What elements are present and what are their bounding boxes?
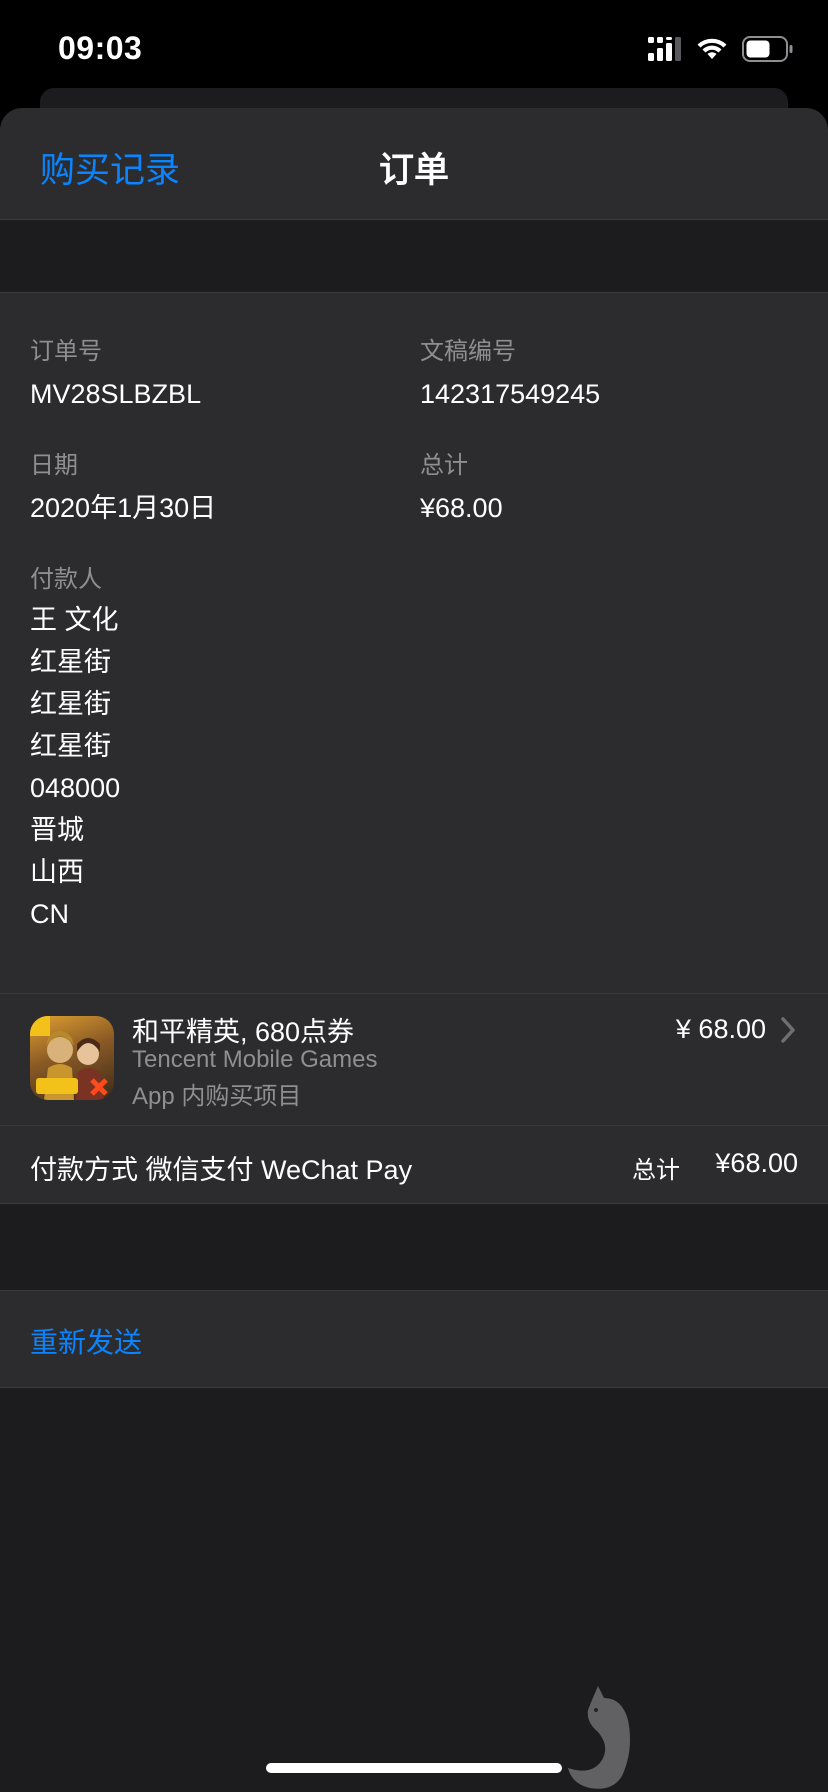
- status-icons: [648, 36, 794, 62]
- resend-card: 重新发送: [0, 1290, 828, 1388]
- order-number-value: MV28SLBZBL: [30, 379, 202, 409]
- payer-address-line: 红星街: [30, 647, 111, 677]
- purchase-item-row[interactable]: 和平精英, 680点券 Tencent Mobile Games App 内购买…: [0, 994, 828, 1126]
- payer-name: 王 文化: [30, 605, 119, 635]
- document-number-label: 文稿编号: [420, 338, 516, 365]
- cellular-signal-icon: [648, 37, 681, 61]
- payment-total-value: ¥68.00: [715, 1148, 798, 1178]
- document-number-value: 142317549245: [420, 379, 601, 409]
- payment-method: 付款方式 微信支付 WeChat Pay: [30, 1155, 413, 1185]
- payment-total-label: 总计: [632, 1157, 680, 1184]
- payer-address: 王 文化 红星街 红星街 红星街 048000 晋城 山西 CN: [30, 599, 120, 935]
- total-field: 总计 ¥68.00: [420, 451, 503, 525]
- payer-address-line: 红星街: [30, 689, 111, 719]
- navigation-bar: 购买记录 订单: [0, 108, 828, 220]
- payer-country: CN: [30, 899, 69, 929]
- payer-province: 山西: [30, 857, 84, 887]
- payment-row: 付款方式 微信支付 WeChat Pay 总计 ¥68.00: [0, 1126, 828, 1204]
- payer-city: 晋城: [30, 815, 84, 845]
- cat-watermark-icon: [568, 1686, 630, 1789]
- item-price: ¥ 68.00: [675, 1014, 766, 1044]
- battery-icon: [742, 36, 793, 62]
- page-title: 订单: [378, 151, 449, 190]
- status-time: 09:03: [58, 30, 143, 66]
- payer-field: 付款人 王 文化 红星街 红星街 红星街 048000 晋城 山西 CN: [30, 565, 120, 935]
- item-developer: Tencent Mobile Games: [132, 1046, 378, 1073]
- order-number-field: 订单号 MV28SLBZBL: [30, 337, 201, 411]
- home-indicator[interactable]: [266, 1763, 562, 1773]
- date-field: 日期 2020年1月30日: [30, 451, 216, 525]
- payer-address-line: 红星街: [30, 731, 111, 761]
- order-number-label: 订单号: [30, 338, 102, 365]
- game-app-icon: [30, 1016, 114, 1100]
- status-bar: 09:03: [0, 0, 828, 100]
- chevron-right-icon: [781, 1017, 795, 1043]
- total-label: 总计: [420, 452, 468, 479]
- section-spacer: [0, 220, 828, 292]
- item-title: 和平精英, 680点券: [132, 1017, 355, 1047]
- date-value: 2020年1月30日: [30, 493, 217, 523]
- document-number-field: 文稿编号 142317549245: [420, 337, 600, 411]
- order-sheet: 购买记录 订单 订单号 MV28SLBZBL 文稿编号 142317549245…: [0, 108, 828, 1792]
- wifi-icon: [697, 38, 727, 59]
- date-label: 日期: [30, 452, 78, 479]
- order-info-card: 订单号 MV28SLBZBL 文稿编号 142317549245 日期 2020…: [0, 292, 828, 994]
- payer-label: 付款人: [30, 566, 102, 593]
- payer-postal-code: 048000: [30, 773, 121, 803]
- total-value: ¥68.00: [420, 493, 503, 523]
- item-type: App 内购买项目: [132, 1083, 302, 1110]
- resend-button[interactable]: 重新发送: [30, 1321, 142, 1361]
- purchase-item-card: 和平精英, 680点券 Tencent Mobile Games App 内购买…: [0, 994, 828, 1204]
